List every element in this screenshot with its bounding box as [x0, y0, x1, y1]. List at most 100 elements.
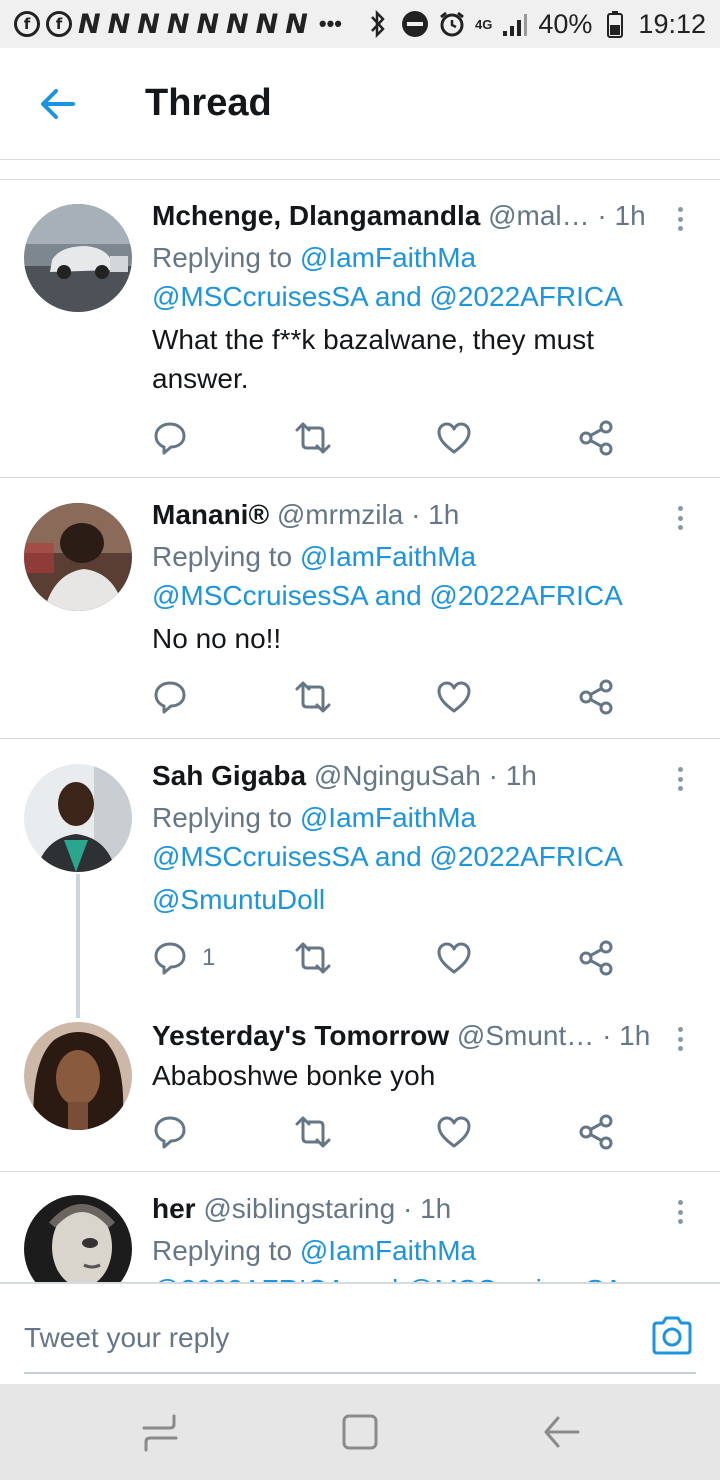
- tweet[interactable]: Yesterday's Tomorrow @Smunt… · 1h Ababos…: [0, 1000, 720, 1172]
- bluetooth-icon: [364, 10, 392, 38]
- tweet-body: Replying to @IamFaithMa @MSCcruisesSA an…: [152, 798, 680, 919]
- mention-link[interactable]: @MSCcruisesSA: [152, 281, 367, 312]
- heart-icon: [437, 1116, 471, 1148]
- tweet-body: Replying to @IamFaithMa @MSCcruisesSA an…: [152, 537, 680, 658]
- camera-button[interactable]: [650, 1314, 694, 1358]
- more-options-icon[interactable]: [670, 1022, 690, 1056]
- tweet-header: her @siblingstaring · 1h: [152, 1191, 664, 1227]
- author-handle: @NginguSah: [313, 760, 481, 791]
- do-not-disturb-icon: [401, 10, 429, 38]
- replying-to-others: @MSCcruisesSA and @2022AFRICA: [152, 281, 623, 312]
- heart-icon: [437, 681, 471, 713]
- author-handle: @Smunt…: [456, 1020, 595, 1051]
- thread-connector: [76, 874, 80, 1018]
- network-type: 4G: [475, 16, 493, 32]
- alarm-icon: [438, 10, 466, 38]
- share-icon: [579, 1114, 613, 1150]
- more-options-icon[interactable]: [670, 1195, 690, 1229]
- share-icon: [579, 940, 613, 976]
- retweet-button[interactable]: [294, 418, 332, 458]
- retweet-button[interactable]: [294, 938, 332, 978]
- like-button[interactable]: [436, 418, 472, 458]
- replying-to: Replying to @IamFaithMa: [152, 802, 477, 833]
- tweet-text[interactable]: @SmuntuDoll: [152, 880, 680, 919]
- notification-icon: N: [226, 8, 250, 40]
- share-icon: [579, 679, 613, 715]
- avatar[interactable]: [24, 204, 132, 312]
- share-button[interactable]: [578, 677, 614, 717]
- tweet[interactable]: Sah Gigaba @NginguSah · 1h Replying to @…: [0, 740, 720, 1018]
- avatar[interactable]: [24, 1195, 132, 1282]
- notification-icon: N: [255, 8, 280, 40]
- like-button[interactable]: [436, 1112, 472, 1152]
- mention-link[interactable]: @MSCcruisesSA: [406, 1274, 623, 1282]
- tweet[interactable]: Mchenge, Dlangamandla @mal… · 1h Replyin…: [0, 180, 720, 478]
- mention-link[interactable]: @MSCcruisesSA: [152, 841, 367, 872]
- retweet-button[interactable]: [294, 1112, 332, 1152]
- tweet[interactable]: Manani® @mrmzila · 1h Replying to @IamFa…: [0, 479, 720, 739]
- tweet-body: Ababoshwe bonke yoh: [152, 1056, 680, 1095]
- reply-button[interactable]: [152, 677, 188, 717]
- heart-icon: [437, 422, 471, 454]
- reply-button[interactable]: [152, 1112, 188, 1152]
- like-button[interactable]: [436, 938, 472, 978]
- author-name[interactable]: Sah Gigaba: [152, 760, 306, 791]
- mention-link[interactable]: @IamFaithMa: [300, 802, 476, 833]
- notification-icon: N: [78, 8, 102, 40]
- page-title: Thread: [145, 82, 272, 124]
- mention-link[interactable]: @2022AFRICA: [152, 1274, 344, 1282]
- retweet-icon: [295, 942, 331, 974]
- back-nav-icon: [544, 1416, 580, 1448]
- battery-percent: 40%: [538, 8, 593, 39]
- author-name[interactable]: her: [152, 1193, 196, 1224]
- mention-link[interactable]: @IamFaithMa: [300, 1235, 476, 1266]
- share-button[interactable]: [578, 938, 614, 978]
- mention-link[interactable]: @MSCcruisesSA: [152, 580, 367, 611]
- mention-link[interactable]: @IamFaithMa: [300, 541, 476, 572]
- facebook-icon: f: [14, 11, 40, 37]
- more-notifications-icon: •••: [318, 11, 342, 36]
- replying-to-others: @MSCcruisesSA and @2022AFRICA: [152, 580, 623, 611]
- avatar[interactable]: [24, 1022, 132, 1130]
- mention-link[interactable]: @2022AFRICA: [429, 580, 622, 611]
- back-nav-button[interactable]: [542, 1412, 582, 1452]
- replying-to-others: @2022AFRICA and @MSCcruisesSA: [152, 1270, 680, 1282]
- notification-icon: N: [196, 8, 221, 40]
- mention-link[interactable]: @IamFaithMa: [300, 242, 476, 273]
- author-name[interactable]: Manani®: [152, 499, 269, 530]
- more-options-icon[interactable]: [670, 202, 690, 236]
- avatar[interactable]: [24, 764, 132, 872]
- notification-icon: N: [285, 8, 309, 40]
- tweet-header: Yesterday's Tomorrow @Smunt… · 1h: [152, 1018, 664, 1054]
- reply-icon: [154, 422, 186, 455]
- mention-link[interactable]: @2022AFRICA: [429, 841, 622, 872]
- more-options-icon[interactable]: [670, 501, 690, 535]
- reply-icon: [154, 1116, 186, 1149]
- avatar[interactable]: [24, 503, 132, 611]
- share-button[interactable]: [578, 1112, 614, 1152]
- share-button[interactable]: [578, 418, 614, 458]
- retweet-icon: [295, 681, 331, 713]
- reply-input[interactable]: Tweet your reply: [24, 1322, 229, 1354]
- reply-button[interactable]: [152, 418, 188, 458]
- back-arrow-icon: [41, 88, 75, 119]
- author-name[interactable]: Mchenge, Dlangamandla: [152, 200, 480, 231]
- tweet[interactable]: her @siblingstaring · 1h Replying to @Ia…: [0, 1173, 720, 1282]
- tweet-text: No no no!!: [152, 623, 282, 654]
- back-button[interactable]: [27, 74, 87, 134]
- tweet-time: · 1h: [411, 499, 460, 530]
- tweet-actions: [152, 677, 622, 717]
- mention-link[interactable]: @2022AFRICA: [429, 281, 622, 312]
- more-options-icon[interactable]: [670, 762, 690, 796]
- author-handle: @siblingstaring: [203, 1193, 396, 1224]
- author-name[interactable]: Yesterday's Tomorrow: [152, 1020, 449, 1051]
- signal-icon: [501, 10, 529, 38]
- retweet-button[interactable]: [294, 677, 332, 717]
- home-button[interactable]: [340, 1412, 380, 1452]
- like-button[interactable]: [436, 677, 472, 717]
- battery-icon: [601, 10, 629, 38]
- reply-button[interactable]: 1: [152, 938, 215, 978]
- reply-icon: [154, 681, 186, 714]
- recent-apps-button[interactable]: [140, 1412, 180, 1452]
- tweet-actions: [152, 1112, 622, 1152]
